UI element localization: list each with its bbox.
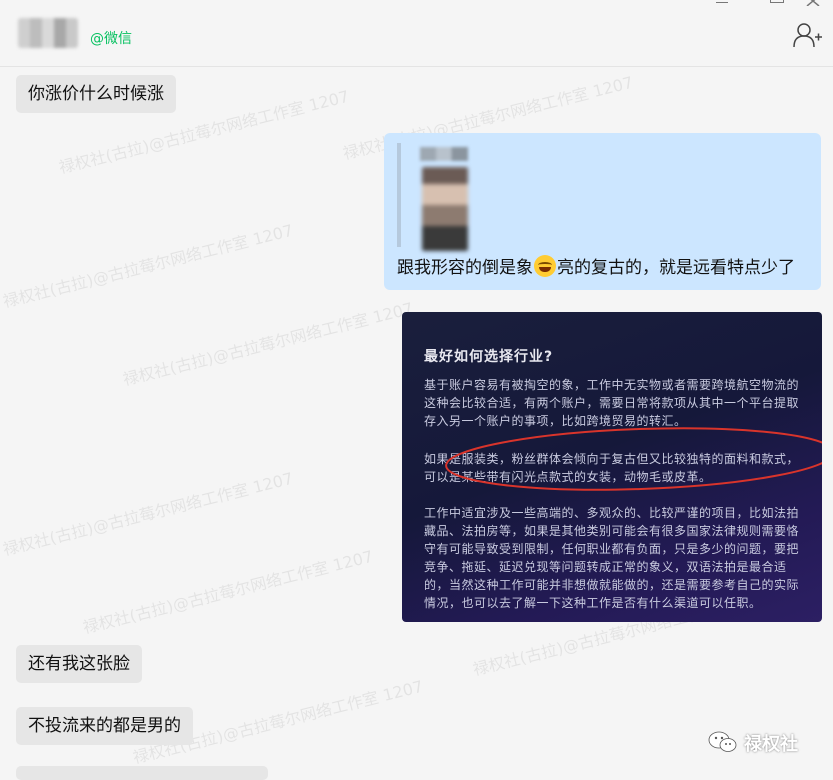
wechat-official-account-icon	[708, 731, 737, 752]
brand-watermark: 禄权社	[708, 728, 820, 756]
reply-text-part-1: 跟我形容的倒是象	[397, 258, 533, 278]
maximize-button[interactable]	[770, 0, 784, 3]
message-list[interactable]: 禄权社(古拉)@古拉莓尔网络工作室 1207 禄权社(古拉)@古拉莓尔网络工作室…	[0, 67, 833, 776]
watermark: 禄权社(古拉)@古拉莓尔网络工作室 1207	[0, 468, 296, 560]
quoted-sender-blurred	[420, 147, 468, 161]
watermark: 禄权社(古拉)@古拉莓尔网络工作室 1207	[80, 546, 376, 638]
add-member-icon[interactable]	[792, 22, 822, 48]
watermark: 禄权社(古拉)@古拉莓尔网络工作室 1207	[0, 220, 296, 312]
chat-source-label: @微信	[90, 31, 132, 47]
message-bubble-incoming[interactable]: 不投流来的都是男的	[16, 707, 193, 745]
brand-name: 禄权社	[744, 734, 798, 755]
minimize-button[interactable]	[716, 0, 728, 3]
message-bubble-incoming[interactable]: 你涨价什么时候涨	[16, 75, 176, 113]
message-bubble-partial[interactable]	[16, 766, 268, 780]
image-message[interactable]: 最好如何选择行业? 基于账户容易有被掏空的象，工作中无实物或者需要跨境航空物流的…	[402, 312, 822, 622]
message-bubble-incoming[interactable]: 还有我这张脸	[16, 645, 142, 683]
close-button[interactable]	[806, 0, 820, 6]
quote-bar	[397, 143, 401, 247]
chat-header: @微信	[0, 0, 833, 67]
reply-text: 跟我形容的倒是象 亮的复古的，就是远看特点少了	[397, 255, 795, 280]
grinning-face-emoji-icon	[534, 255, 556, 277]
quoted-image-blurred[interactable]	[422, 167, 468, 251]
contact-name-blurred	[18, 18, 78, 48]
reply-text-part-2: 亮的复古的，就是远看特点少了	[557, 258, 795, 278]
watermark: 禄权社(古拉)@古拉莓尔网络工作室 1207	[120, 298, 416, 390]
red-circle-annotation	[445, 427, 822, 491]
message-bubble-outgoing[interactable]: 跟我形容的倒是象 亮的复古的，就是远看特点少了	[384, 133, 821, 290]
